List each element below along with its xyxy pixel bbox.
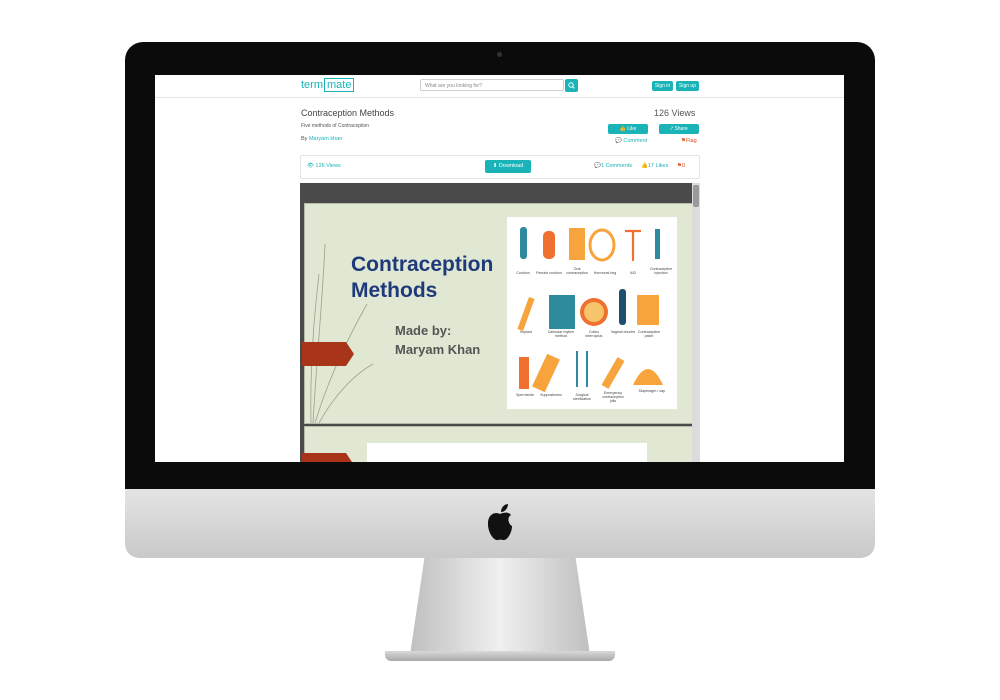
- slide-arrow-icon: [302, 342, 354, 366]
- apple-logo-icon: [488, 504, 512, 541]
- label-diaphragm: Diaphragm / cap: [638, 389, 666, 393]
- screen: term mate What are you looking for? Sign …: [155, 75, 844, 462]
- slide-decoration-leaves: [310, 243, 374, 423]
- label-calendar-rhythm: Calendar rhythm method: [547, 330, 575, 338]
- flags-stat-label: 0: [681, 163, 685, 169]
- label-contraceptive-injection: Contraceptive injection: [649, 267, 673, 275]
- like-label: Like: [627, 126, 637, 132]
- flags-stat[interactable]: ⚑0: [677, 163, 685, 169]
- slide-2-arrow-icon: [302, 453, 352, 462]
- thumbs-up-small-icon: 👍: [641, 163, 648, 169]
- signup-button[interactable]: Sign up: [676, 81, 699, 91]
- top-navbar: term mate What are you looking for? Sign …: [155, 75, 844, 98]
- comment-link[interactable]: 💬 Comment: [615, 138, 647, 144]
- label-hormonal-ring: Hormonal ring: [593, 271, 617, 275]
- label-vaginal-douche: Vaginal douche: [610, 330, 636, 334]
- contraception-methods-illustration: Condom Female condom Oral contraception …: [507, 217, 677, 409]
- label-implant: Implant: [520, 330, 532, 334]
- label-surgical-sterilization: Surgical sterilization: [573, 393, 591, 401]
- share-button[interactable]: ⤤ Share: [659, 124, 699, 134]
- viewer-scrollbar[interactable]: [692, 183, 700, 462]
- label-condom: Condom: [516, 271, 530, 275]
- scrollbar-thumb[interactable]: [693, 185, 699, 207]
- page-title: Contraception Methods: [301, 108, 395, 118]
- by-prefix: By: [301, 136, 308, 142]
- slide-author: Maryam Khan: [395, 342, 481, 357]
- search-input[interactable]: What are you looking for?: [420, 79, 564, 91]
- slide-made-by: Made by:: [395, 323, 452, 338]
- document-viewer[interactable]: Contraception Methods Made by: Maryam Kh…: [300, 183, 700, 462]
- label-oral-contraception: Oral contraception: [566, 267, 588, 275]
- download-label: Download: [498, 163, 524, 169]
- label-female-condom: Female condom: [536, 271, 562, 275]
- signin-button[interactable]: Sign in: [652, 81, 673, 91]
- comment-bubble-icon: 💬: [594, 163, 601, 169]
- label-spermicide: Spermicide: [516, 393, 534, 397]
- search-icon: [568, 82, 575, 89]
- slide-title-line2: Methods: [351, 279, 438, 302]
- label-suppositories: Suppositories: [540, 393, 562, 397]
- logo-text-right: mate: [324, 78, 355, 92]
- comment-icon: 💬: [615, 138, 622, 144]
- slide-2-silhouette: [457, 457, 557, 462]
- views-stat: 👁 126 Views: [307, 163, 341, 169]
- download-icon: ⬇: [492, 163, 498, 169]
- eye-icon: 👁: [307, 163, 314, 169]
- camera-icon: [497, 52, 502, 57]
- share-label: Share: [674, 126, 688, 132]
- stats-card: 👁 126 Views ⬇ Download 💬1 Comments 👍17 L…: [300, 155, 700, 179]
- methods-icons: [517, 227, 663, 393]
- comments-stat[interactable]: 💬1 Comments: [594, 163, 632, 169]
- likes-stat[interactable]: 👍17 Likes: [641, 163, 668, 169]
- comment-label: Comment: [623, 138, 648, 144]
- site-logo[interactable]: term mate: [301, 78, 355, 92]
- imac-stand: [410, 558, 590, 655]
- imac-base: [385, 651, 615, 661]
- slide-title-line1: Contraception: [351, 253, 494, 276]
- logo-text-left: term: [301, 79, 323, 91]
- page-subtitle: Five methods of Contraception: [301, 123, 370, 129]
- slide-2: [302, 426, 693, 462]
- likes-stat-label: 17 Likes: [647, 163, 669, 169]
- thumbs-up-icon: 👍: [619, 126, 626, 132]
- slide-2-image: [367, 443, 647, 462]
- flag-link[interactable]: ⚑Flag: [681, 138, 697, 144]
- author-link[interactable]: Maryam khan: [309, 136, 342, 142]
- views-count-header: 126 Views: [654, 108, 696, 118]
- download-button[interactable]: ⬇ Download: [485, 160, 531, 173]
- label-contraceptive-patch: Contraceptive patch: [637, 330, 661, 338]
- label-coitus-interruptus: Coitus interruptus: [585, 330, 603, 338]
- share-icon: ⤤: [670, 126, 674, 132]
- comments-stat-label: 1 Comments: [600, 163, 633, 169]
- search-button[interactable]: [565, 79, 578, 92]
- label-iud: IUD: [629, 271, 637, 275]
- flag-label: Flag: [685, 138, 697, 144]
- views-stat-label: 126 Views: [315, 163, 341, 169]
- label-emergency-pills: Emergency contraception pills: [602, 391, 624, 403]
- like-button[interactable]: 👍 Like: [608, 124, 648, 134]
- slide-1: Contraception Methods Made by: Maryam Kh…: [302, 203, 693, 424]
